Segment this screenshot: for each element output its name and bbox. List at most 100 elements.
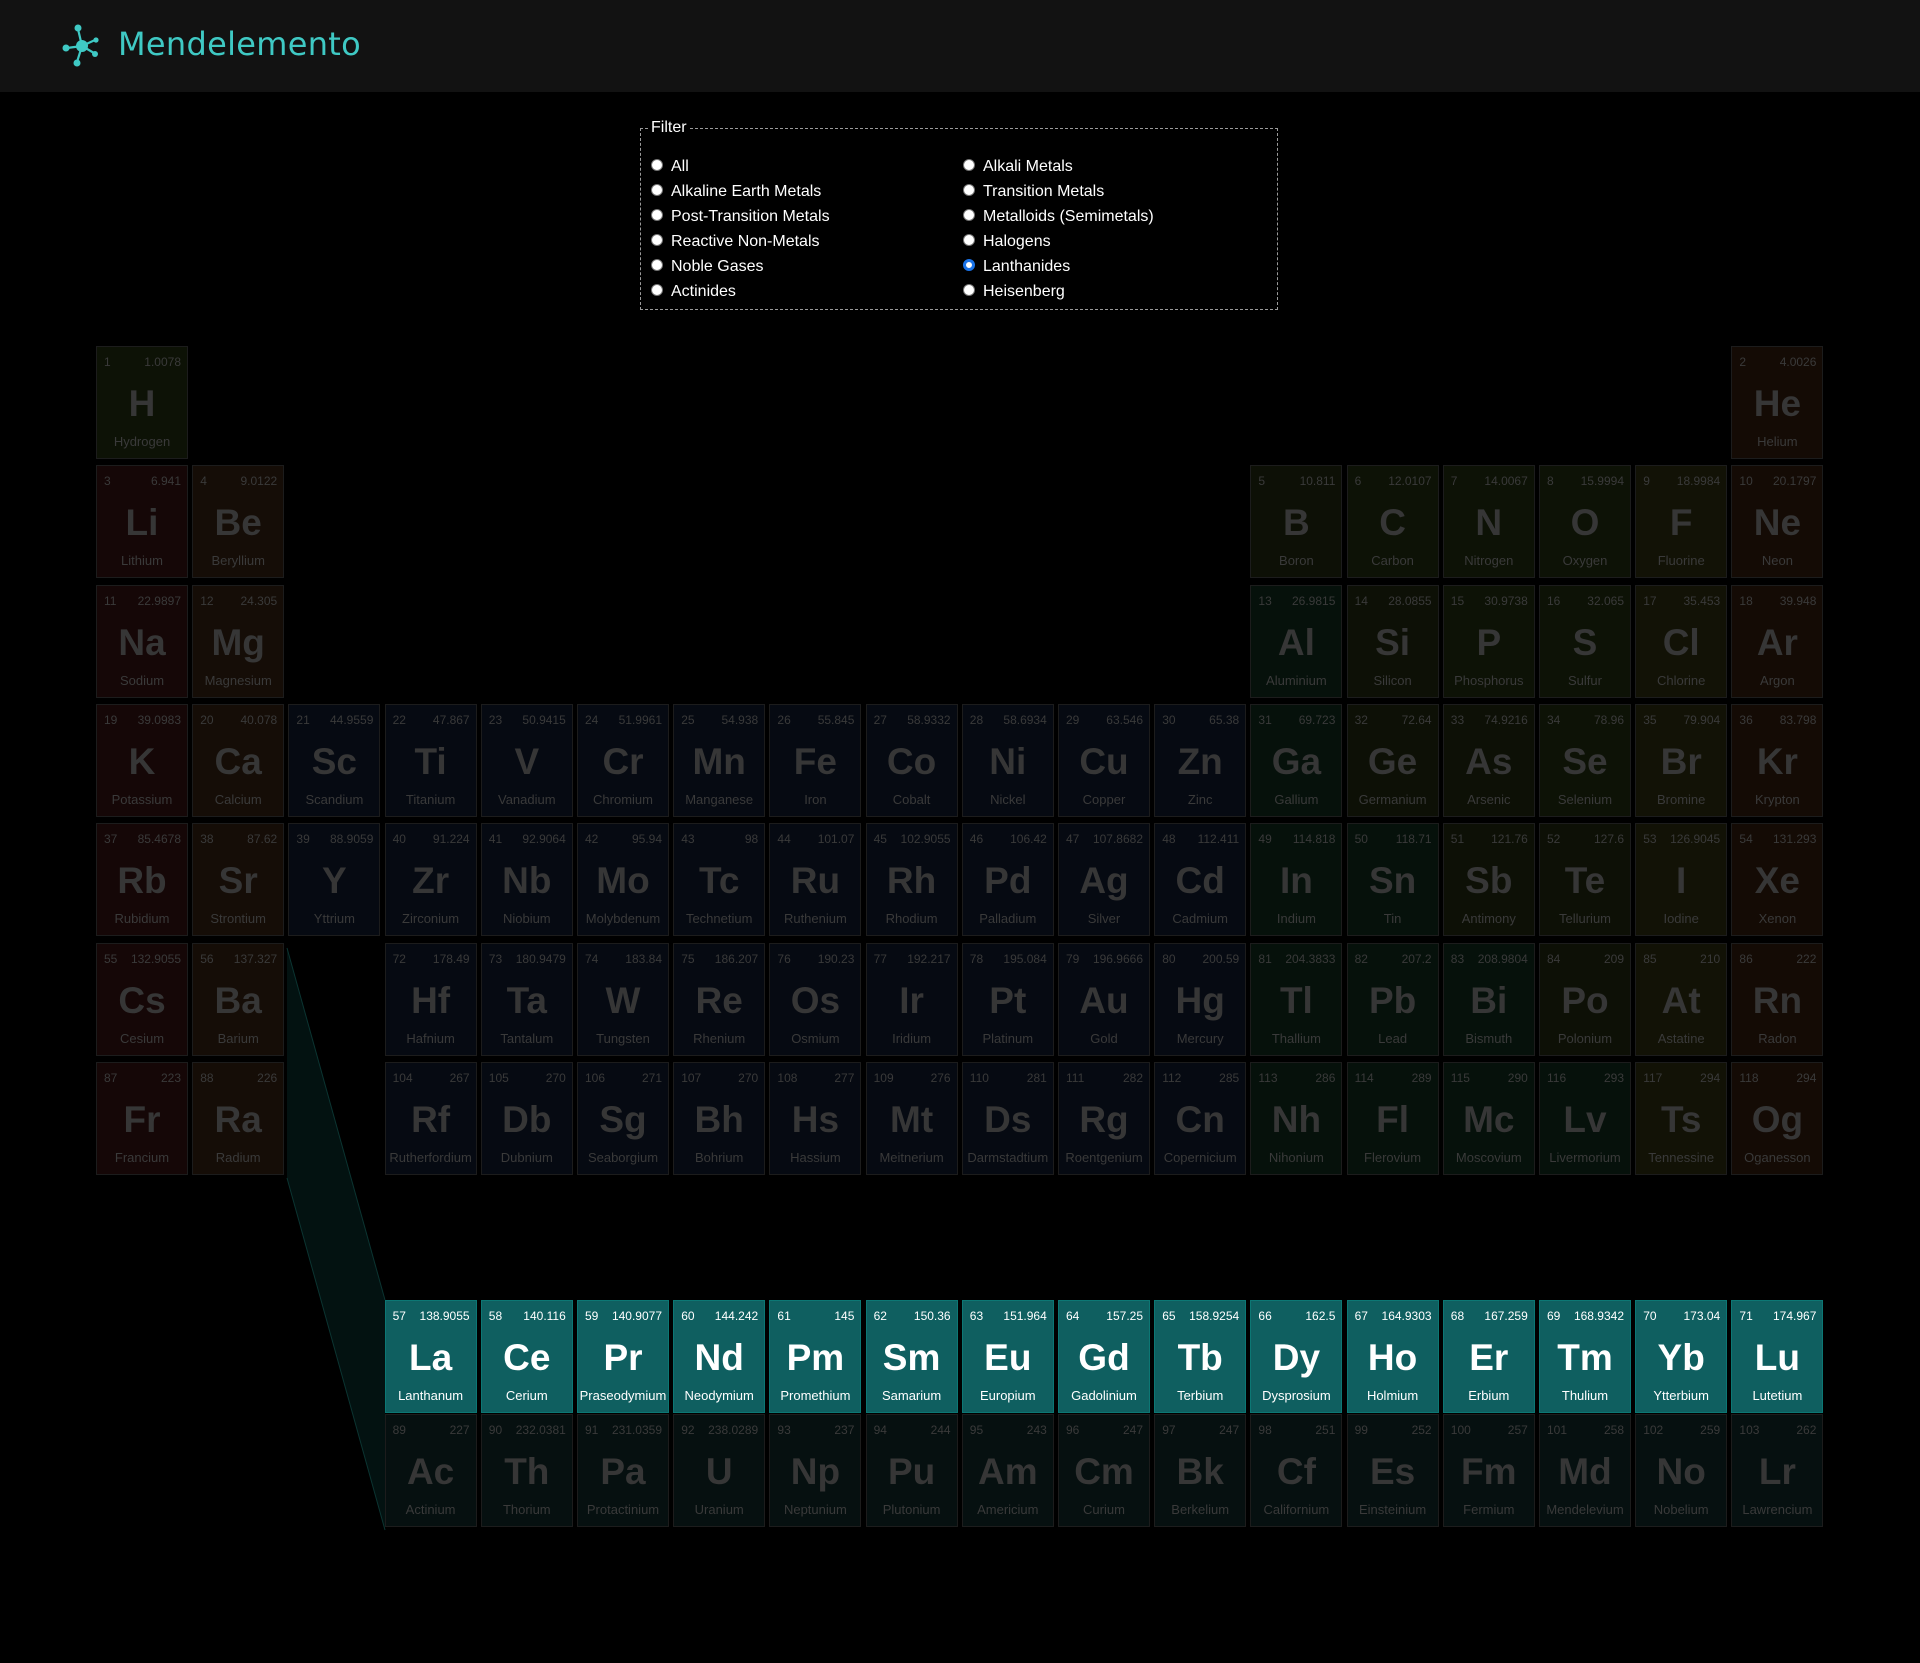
- element-fermium[interactable]: 100 257 Fm Fermium: [1442, 1413, 1535, 1527]
- element-livermorium[interactable]: 116 293 Lv Livermorium: [1539, 1061, 1631, 1175]
- element-samarium[interactable]: 62 150.36 Sm Samarium: [865, 1300, 958, 1413]
- element-cadmium[interactable]: 48 112.411 Cd Cadmium: [1154, 823, 1247, 937]
- element-tungsten[interactable]: 74 183.84 W Tungsten: [577, 942, 669, 1056]
- element-gallium[interactable]: 31 69.723 Ga Gallium: [1250, 703, 1343, 817]
- element-francium[interactable]: 87 223 Fr Francium: [96, 1061, 188, 1175]
- element-radium[interactable]: 88 226 Ra Radium: [192, 1061, 285, 1175]
- element-bohrium[interactable]: 107 270 Bh Bohrium: [673, 1061, 766, 1175]
- element-scandium[interactable]: 21 44.9559 Sc Scandium: [288, 703, 381, 817]
- element-sodium[interactable]: 11 22.9897 Na Sodium: [96, 584, 188, 698]
- element-plutonium[interactable]: 94 244 Pu Plutonium: [865, 1413, 958, 1527]
- element-neodymium[interactable]: 60 144.242 Nd Neodymium: [673, 1300, 766, 1413]
- element-tennessine[interactable]: 117 294 Ts Tennessine: [1635, 1061, 1728, 1175]
- element-seaborgium[interactable]: 106 271 Sg Seaborgium: [577, 1061, 669, 1175]
- element-oxygen[interactable]: 8 15.9994 O Oxygen: [1539, 465, 1631, 579]
- element-tin[interactable]: 50 118.71 Sn Tin: [1346, 823, 1439, 937]
- element-copper[interactable]: 29 63.546 Cu Copper: [1058, 703, 1150, 817]
- element-strontium[interactable]: 38 87.62 Sr Strontium: [192, 823, 285, 937]
- element-thulium[interactable]: 69 168.9342 Tm Thulium: [1539, 1300, 1631, 1413]
- element-rhodium[interactable]: 45 102.9055 Rh Rhodium: [865, 823, 958, 937]
- element-lead[interactable]: 82 207.2 Pb Lead: [1346, 942, 1439, 1056]
- element-magnesium[interactable]: 12 24.305 Mg Magnesium: [192, 584, 285, 698]
- element-dubnium[interactable]: 105 270 Db Dubnium: [480, 1061, 573, 1175]
- element-barium[interactable]: 56 137.327 Ba Barium: [192, 942, 285, 1056]
- element-osmium[interactable]: 76 190.23 Os Osmium: [769, 942, 862, 1056]
- element-technetium[interactable]: 43 98 Tc Technetium: [673, 823, 766, 937]
- element-silicon[interactable]: 14 28.0855 Si Silicon: [1346, 584, 1439, 698]
- element-fluorine[interactable]: 9 18.9984 F Fluorine: [1635, 465, 1728, 579]
- element-radon[interactable]: 86 222 Rn Radon: [1731, 942, 1824, 1056]
- element-praseodymium[interactable]: 59 140.9077 Pr Praseodymium: [577, 1300, 669, 1413]
- element-bismuth[interactable]: 83 208.9804 Bi Bismuth: [1442, 942, 1535, 1056]
- element-rutherfordium[interactable]: 104 267 Rf Rutherfordium: [384, 1061, 477, 1175]
- element-ruthenium[interactable]: 44 101.07 Ru Ruthenium: [769, 823, 862, 937]
- element-sulfur[interactable]: 16 32.065 S Sulfur: [1539, 584, 1631, 698]
- element-lutetium[interactable]: 71 174.967 Lu Lutetium: [1731, 1300, 1824, 1413]
- element-cesium[interactable]: 55 132.9055 Cs Cesium: [96, 942, 188, 1056]
- element-berkelium[interactable]: 97 247 Bk Berkelium: [1154, 1413, 1247, 1527]
- element-yttrium[interactable]: 39 88.9059 Y Yttrium: [288, 823, 381, 937]
- element-vanadium[interactable]: 23 50.9415 V Vanadium: [480, 703, 573, 817]
- element-astatine[interactable]: 85 210 At Astatine: [1635, 942, 1728, 1056]
- element-neon[interactable]: 10 20.1797 Ne Neon: [1731, 465, 1824, 579]
- element-hydrogen[interactable]: 1 1.0078 H Hydrogen: [96, 346, 188, 459]
- element-einsteinium[interactable]: 99 252 Es Einsteinium: [1346, 1413, 1439, 1527]
- element-copernicium[interactable]: 112 285 Cn Copernicium: [1154, 1061, 1247, 1175]
- element-niobium[interactable]: 41 92.9064 Nb Niobium: [480, 823, 573, 937]
- element-gold[interactable]: 79 196.9666 Au Gold: [1058, 942, 1150, 1056]
- element-flerovium[interactable]: 114 289 Fl Flerovium: [1346, 1061, 1439, 1175]
- element-holmium[interactable]: 67 164.9303 Ho Holmium: [1346, 1300, 1439, 1413]
- element-hassium[interactable]: 108 277 Hs Hassium: [769, 1061, 862, 1175]
- element-bromine[interactable]: 35 79.904 Br Bromine: [1635, 703, 1728, 817]
- element-nihonium[interactable]: 113 286 Nh Nihonium: [1250, 1061, 1343, 1175]
- element-manganese[interactable]: 25 54.938 Mn Manganese: [673, 703, 766, 817]
- element-mendelevium[interactable]: 101 258 Md Mendelevium: [1539, 1413, 1631, 1527]
- element-erbium[interactable]: 68 167.259 Er Erbium: [1442, 1300, 1535, 1413]
- element-hafnium[interactable]: 72 178.49 Hf Hafnium: [384, 942, 477, 1056]
- element-californium[interactable]: 98 251 Cf Californium: [1250, 1413, 1343, 1527]
- element-molybdenum[interactable]: 42 95.94 Mo Molybdenum: [577, 823, 669, 937]
- element-cobalt[interactable]: 27 58.9332 Co Cobalt: [865, 703, 958, 817]
- element-palladium[interactable]: 46 106.42 Pd Palladium: [961, 823, 1054, 937]
- element-mercury[interactable]: 80 200.59 Hg Mercury: [1154, 942, 1247, 1056]
- element-europium[interactable]: 63 151.964 Eu Europium: [961, 1300, 1054, 1413]
- element-americium[interactable]: 95 243 Am Americium: [961, 1413, 1054, 1527]
- element-thallium[interactable]: 81 204.3833 Tl Thallium: [1250, 942, 1343, 1056]
- element-xenon[interactable]: 54 131.293 Xe Xenon: [1731, 823, 1824, 937]
- element-argon[interactable]: 18 39.948 Ar Argon: [1731, 584, 1824, 698]
- element-dysprosium[interactable]: 66 162.5 Dy Dysprosium: [1250, 1300, 1343, 1413]
- element-actinium[interactable]: 89 227 Ac Actinium: [384, 1413, 477, 1527]
- element-darmstadtium[interactable]: 110 281 Ds Darmstadtium: [961, 1061, 1054, 1175]
- element-nitrogen[interactable]: 7 14.0067 N Nitrogen: [1442, 465, 1535, 579]
- element-phosphorus[interactable]: 15 30.9738 P Phosphorus: [1442, 584, 1535, 698]
- element-arsenic[interactable]: 33 74.9216 As Arsenic: [1442, 703, 1535, 817]
- element-nickel[interactable]: 28 58.6934 Ni Nickel: [961, 703, 1054, 817]
- element-lawrencium[interactable]: 103 262 Lr Lawrencium: [1731, 1413, 1824, 1527]
- element-helium[interactable]: 2 4.0026 He Helium: [1731, 346, 1824, 459]
- element-tantalum[interactable]: 73 180.9479 Ta Tantalum: [480, 942, 573, 1056]
- element-ytterbium[interactable]: 70 173.04 Yb Ytterbium: [1635, 1300, 1728, 1413]
- element-oganesson[interactable]: 118 294 Og Oganesson: [1731, 1061, 1824, 1175]
- element-rubidium[interactable]: 37 85.4678 Rb Rubidium: [96, 823, 188, 937]
- element-promethium[interactable]: 61 145 Pm Promethium: [769, 1300, 862, 1413]
- element-antimony[interactable]: 51 121.76 Sb Antimony: [1442, 823, 1535, 937]
- element-germanium[interactable]: 32 72.64 Ge Germanium: [1346, 703, 1439, 817]
- element-moscovium[interactable]: 115 290 Mc Moscovium: [1442, 1061, 1535, 1175]
- element-beryllium[interactable]: 4 9.0122 Be Beryllium: [192, 465, 285, 579]
- element-zirconium[interactable]: 40 91.224 Zr Zirconium: [384, 823, 477, 937]
- element-lithium[interactable]: 3 6.941 Li Lithium: [96, 465, 188, 579]
- element-titanium[interactable]: 22 47.867 Ti Titanium: [384, 703, 477, 817]
- element-iron[interactable]: 26 55.845 Fe Iron: [769, 703, 862, 817]
- element-rhenium[interactable]: 75 186.207 Re Rhenium: [673, 942, 766, 1056]
- element-chlorine[interactable]: 17 35.453 Cl Chlorine: [1635, 584, 1728, 698]
- element-meitnerium[interactable]: 109 276 Mt Meitnerium: [865, 1061, 958, 1175]
- element-roentgenium[interactable]: 111 282 Rg Roentgenium: [1058, 1061, 1150, 1175]
- element-selenium[interactable]: 34 78.96 Se Selenium: [1539, 703, 1631, 817]
- element-nobelium[interactable]: 102 259 No Nobelium: [1635, 1413, 1728, 1527]
- element-tellurium[interactable]: 52 127.6 Te Tellurium: [1539, 823, 1631, 937]
- element-uranium[interactable]: 92 238.0289 U Uranium: [673, 1413, 766, 1527]
- element-terbium[interactable]: 65 158.9254 Tb Terbium: [1154, 1300, 1247, 1413]
- element-platinum[interactable]: 78 195.084 Pt Platinum: [961, 942, 1054, 1056]
- element-calcium[interactable]: 20 40.078 Ca Calcium: [192, 703, 285, 817]
- element-protactinium[interactable]: 91 231.0359 Pa Protactinium: [577, 1413, 669, 1527]
